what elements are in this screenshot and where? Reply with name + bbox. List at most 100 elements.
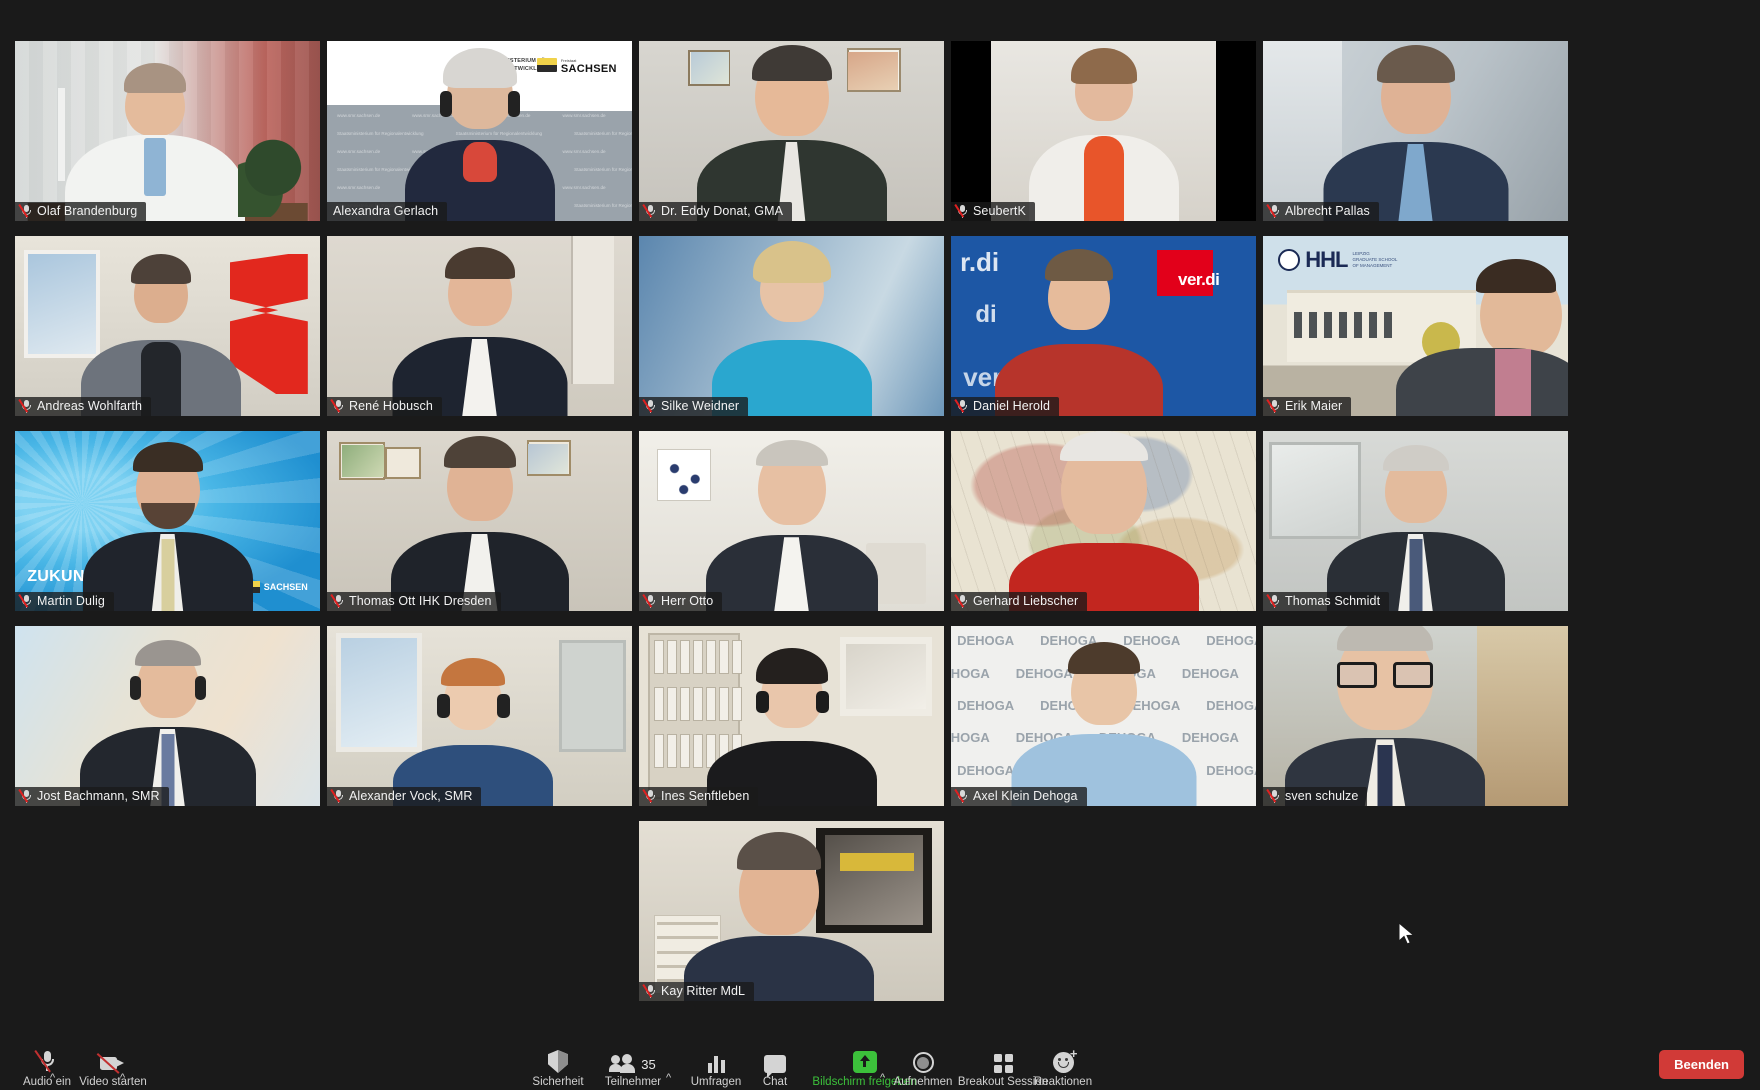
participant-nameplate: Olaf Brandenburg	[15, 202, 147, 221]
security-button[interactable]: Sicherheit	[515, 1047, 601, 1088]
participant-video	[1263, 41, 1568, 221]
end-meeting-button[interactable]: Beenden	[1659, 1050, 1744, 1079]
participant-tile[interactable]: Kay Ritter MdL	[639, 821, 944, 1001]
participant-name: Herr Otto	[661, 594, 714, 608]
share-screen-icon	[852, 1047, 877, 1073]
participant-tile[interactable]: Olaf Brandenburg	[15, 41, 320, 221]
participant-tile[interactable]: Dr. Eddy Donat, GMA	[639, 41, 944, 221]
meeting-toolbar: Audio ein ^ Video starten ^ Sicherheit 3…	[0, 1035, 1760, 1090]
microphone-muted-icon	[1266, 204, 1280, 218]
video-button[interactable]: Video starten	[70, 1047, 156, 1088]
participant-video: ZUKUNFT. SACHSEN	[15, 431, 320, 611]
participant-video	[1263, 431, 1568, 611]
participant-name: Olaf Brandenburg	[37, 204, 138, 218]
participant-video	[15, 41, 320, 221]
participants-caret-icon[interactable]: ^	[666, 1072, 671, 1084]
participant-tile[interactable]: Alexander Vock, SMR	[327, 626, 632, 806]
participant-tile[interactable]: sven schulze	[1263, 626, 1568, 806]
security-button-label: Sicherheit	[532, 1076, 584, 1088]
participant-nameplate: sven schulze	[1263, 787, 1368, 806]
record-circle-icon	[912, 1047, 934, 1073]
participant-name: Kay Ritter MdL	[661, 984, 746, 998]
zoom-meeting-window: Olaf Brandenburg STAATSMINISTERIUM FÜRRE…	[0, 0, 1760, 1090]
participant-video: DEHOGADEHOGADEHOGADEHOGADEHOGADEHOGADEHO…	[951, 626, 1256, 806]
participant-nameplate: Axel Klein Dehoga	[951, 787, 1087, 806]
participant-tile[interactable]: Andreas Wohlfarth	[15, 236, 320, 416]
participant-name: Silke Weidner	[661, 399, 740, 413]
participant-name: Alexander Vock, SMR	[349, 789, 473, 803]
participant-video	[1263, 626, 1568, 806]
camera-muted-icon	[96, 1047, 126, 1074]
audio-button-label: Audio ein	[23, 1076, 71, 1088]
participant-nameplate: Gerhard Liebscher	[951, 592, 1088, 611]
microphone-muted-icon	[1266, 399, 1280, 413]
participant-video	[327, 626, 632, 806]
participant-video	[327, 431, 632, 611]
participant-video	[15, 236, 320, 416]
participant-nameplate: Kay Ritter MdL	[639, 982, 755, 1001]
participant-video: ver.di r.di di ver ver	[951, 236, 1256, 416]
record-button-label: Aufnehmen	[893, 1076, 953, 1088]
reactions-button[interactable]: + Reaktionen	[1020, 1047, 1106, 1088]
video-gallery: Olaf Brandenburg STAATSMINISTERIUM FÜRRE…	[0, 0, 1760, 1035]
participant-video	[639, 626, 944, 806]
smiley-plus-icon: +	[1052, 1047, 1078, 1073]
participant-video	[951, 431, 1256, 611]
participant-tile[interactable]: DEHOGADEHOGADEHOGADEHOGADEHOGADEHOGADEHO…	[951, 626, 1256, 806]
participant-nameplate: Ines Senftleben	[639, 787, 759, 806]
participant-tile[interactable]: HHL LEIPZIG GRADUATE SCHOOL OF MANAGEMENT …	[1263, 236, 1568, 416]
participant-tile[interactable]: SeubertK	[951, 41, 1256, 221]
audio-options-caret-icon[interactable]: ^	[50, 1072, 55, 1084]
participant-name: Thomas Schmidt	[1285, 594, 1381, 608]
participant-tile[interactable]: Herr Otto	[639, 431, 944, 611]
participant-tile[interactable]: Jost Bachmann, SMR	[15, 626, 320, 806]
participant-tile[interactable]: ver.di r.di di ver ver Daniel Herold	[951, 236, 1256, 416]
participants-button-label: Teilnehmer	[604, 1076, 662, 1088]
participant-name: sven schulze	[1285, 789, 1359, 803]
participant-name: Martin Dulig	[37, 594, 105, 608]
participant-name: Thomas Ott IHK Dresden	[349, 594, 492, 608]
participant-nameplate: Martin Dulig	[15, 592, 114, 611]
participant-name: SeubertK	[973, 204, 1026, 218]
participant-video	[15, 626, 320, 806]
microphone-muted-icon	[954, 789, 968, 803]
participants-button[interactable]: 35 Teilnehmer	[590, 1047, 676, 1088]
participant-tile[interactable]: Silke Weidner	[639, 236, 944, 416]
participant-name: Alexandra Gerlach	[333, 204, 439, 218]
participant-tile[interactable]: Gerhard Liebscher	[951, 431, 1256, 611]
participant-tile[interactable]: Thomas Schmidt	[1263, 431, 1568, 611]
microphone-muted-icon	[18, 789, 32, 803]
microphone-muted-icon	[642, 789, 656, 803]
participant-nameplate: Alexander Vock, SMR	[327, 787, 482, 806]
participant-nameplate: Thomas Ott IHK Dresden	[327, 592, 501, 611]
participant-tile[interactable]: Albrecht Pallas	[1263, 41, 1568, 221]
participant-nameplate: Alexandra Gerlach	[327, 202, 448, 221]
participant-nameplate: Andreas Wohlfarth	[15, 397, 151, 416]
participant-name: Erik Maier	[1285, 399, 1343, 413]
participant-name: Gerhard Liebscher	[973, 594, 1079, 608]
video-options-caret-icon[interactable]: ^	[120, 1072, 125, 1084]
participant-tile[interactable]: Ines Senftleben	[639, 626, 944, 806]
microphone-muted-icon	[330, 399, 344, 413]
participant-tile[interactable]: René Hobusch	[327, 236, 632, 416]
participant-tile[interactable]: ZUKUNFT. SACHSEN Martin Dulig	[15, 431, 320, 611]
microphone-muted-icon	[18, 594, 32, 608]
participant-video	[639, 821, 944, 1001]
microphone-muted-icon	[1266, 594, 1280, 608]
participant-tile[interactable]: Thomas Ott IHK Dresden	[327, 431, 632, 611]
participant-video: HHL LEIPZIG GRADUATE SCHOOL OF MANAGEMENT	[1263, 236, 1568, 416]
participant-video	[639, 431, 944, 611]
microphone-muted-icon	[330, 789, 344, 803]
participant-nameplate: Silke Weidner	[639, 397, 749, 416]
microphone-muted-icon	[954, 594, 968, 608]
participant-tile[interactable]: STAATSMINISTERIUM FÜRREGIONALENTWICKLUNG…	[327, 41, 632, 221]
microphone-muted-icon	[642, 984, 656, 998]
video-button-label: Video starten	[79, 1076, 147, 1088]
participant-nameplate: Erik Maier	[1263, 397, 1352, 416]
participant-nameplate: René Hobusch	[327, 397, 442, 416]
participant-nameplate: Thomas Schmidt	[1263, 592, 1390, 611]
microphone-muted-icon	[954, 399, 968, 413]
participant-name: Andreas Wohlfarth	[37, 399, 142, 413]
participant-nameplate: Jost Bachmann, SMR	[15, 787, 169, 806]
participant-nameplate: Dr. Eddy Donat, GMA	[639, 202, 793, 221]
